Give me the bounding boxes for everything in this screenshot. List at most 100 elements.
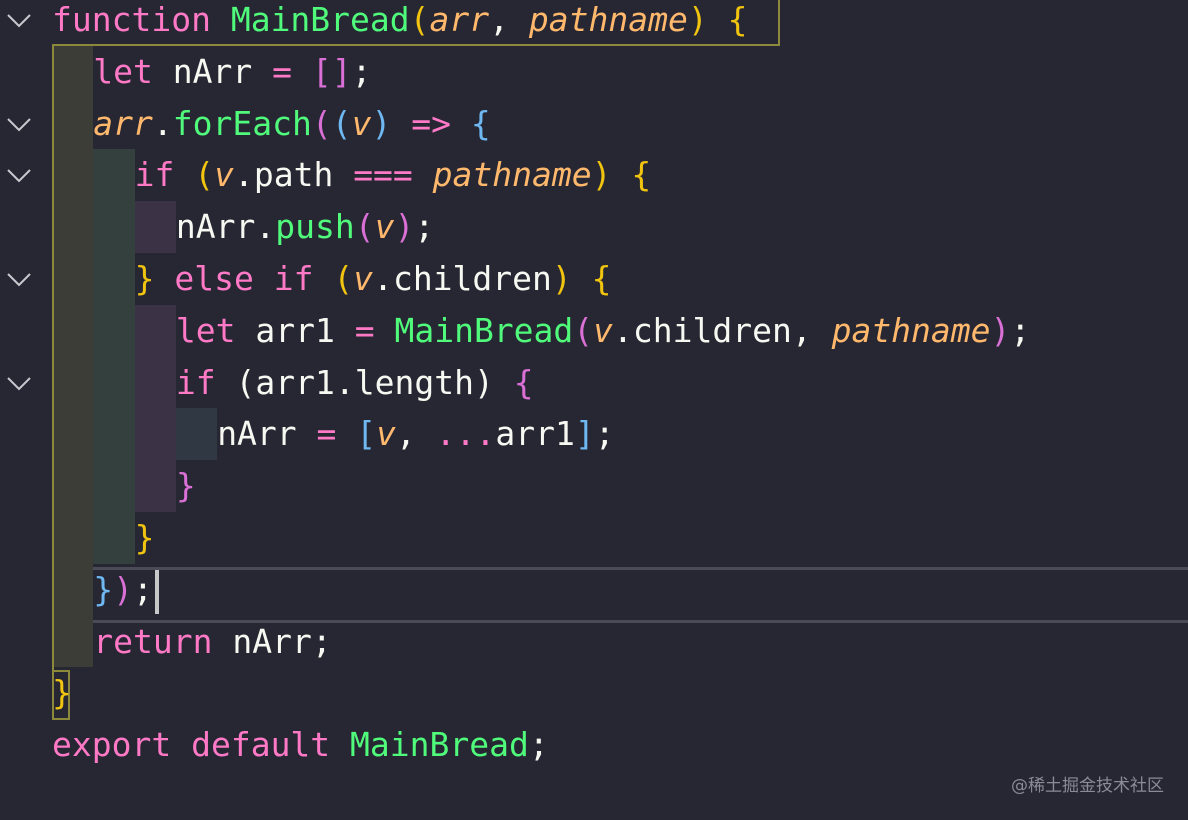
code-token: ; <box>414 207 435 247</box>
code-line[interactable]: if (arr1.length) { <box>176 357 534 409</box>
indent-guide <box>134 408 176 461</box>
code-token: .children, <box>613 310 832 350</box>
code-token: else <box>174 259 254 298</box>
code-token: { <box>513 362 534 402</box>
bracket-scope-outline <box>52 44 54 720</box>
code-token: let <box>93 51 153 91</box>
code-line[interactable]: return nArr; <box>93 616 331 668</box>
indent-guide <box>52 408 94 461</box>
code-token: ; <box>1010 310 1031 350</box>
code-token: MainBread <box>394 310 574 350</box>
code-token: nArr <box>152 51 273 91</box>
code-token: nArr <box>217 414 317 454</box>
code-token: [] <box>311 51 352 91</box>
code-token: ) <box>551 259 572 298</box>
code-token: = <box>272 51 292 91</box>
code-line[interactable]: nArr = [v, ...arr1]; <box>217 408 614 460</box>
fold-chevron-icon[interactable] <box>4 371 34 401</box>
code-token: if <box>273 259 314 298</box>
code-line[interactable]: } else if (v.children) { <box>135 253 612 305</box>
indent-guide <box>52 97 94 150</box>
code-token: pathname <box>528 0 688 39</box>
indent-guide <box>52 563 94 616</box>
code-token: { <box>591 259 612 298</box>
code-token: MainBread <box>230 0 410 39</box>
code-token: ( <box>331 103 352 143</box>
code-line[interactable]: if (v.path === pathname) { <box>135 149 652 201</box>
code-token: ; <box>351 51 372 91</box>
indent-guide <box>134 304 176 357</box>
code-token: function <box>52 0 211 39</box>
code-token: ) <box>990 310 1011 350</box>
code-line[interactable]: let nArr = []; <box>93 46 371 98</box>
code-token: { <box>631 155 652 195</box>
code-token: ( <box>573 310 594 350</box>
code-line[interactable]: } <box>135 512 155 564</box>
code-line[interactable]: } <box>176 460 196 512</box>
indent-guide <box>52 45 94 98</box>
code-token: arr <box>429 0 490 39</box>
indent-guide <box>93 408 135 461</box>
code-token: === <box>353 155 413 195</box>
watermark: @稀土掘金技术社区 <box>1011 776 1164 796</box>
code-editor[interactable]: function MainBread(arr, pathname) {let n… <box>0 0 1188 820</box>
code-token: } <box>134 518 155 557</box>
code-token: export <box>52 725 172 765</box>
code-line[interactable]: let arr1 = MainBread(v.children, pathnam… <box>176 305 1030 357</box>
code-token: pathname <box>432 155 592 195</box>
indent-guide <box>93 356 135 409</box>
code-token: ( <box>194 155 215 195</box>
code-token: arr1 <box>235 310 355 350</box>
code-token: ( <box>235 362 256 402</box>
code-token: = <box>354 310 375 350</box>
indent-guide <box>52 356 94 409</box>
code-token: let <box>175 310 236 350</box>
code-token: , <box>396 414 436 454</box>
code-token: ) <box>113 569 134 609</box>
code-token: } <box>52 673 72 713</box>
code-line[interactable]: export default MainBread; <box>52 719 549 771</box>
code-token: ) <box>473 362 494 402</box>
indent-guide <box>52 615 94 668</box>
code-line[interactable]: }); <box>93 564 153 616</box>
indent-guide <box>93 201 135 253</box>
code-line[interactable]: arr.forEach((v) => { <box>93 98 490 150</box>
fold-chevron-icon[interactable] <box>4 8 34 38</box>
code-token: ( <box>311 103 332 143</box>
indent-guide <box>134 460 176 512</box>
code-line[interactable]: } <box>52 667 72 719</box>
code-token: nArr. <box>175 207 276 247</box>
code-token: { <box>727 0 748 39</box>
indent-guide <box>52 512 94 564</box>
code-token: ; <box>528 725 549 765</box>
code-token: ( <box>333 259 354 298</box>
indent-guide <box>134 201 176 253</box>
code-token: ) <box>591 155 612 195</box>
fold-chevron-icon[interactable] <box>4 163 34 193</box>
code-token: ) <box>394 207 415 247</box>
code-token: if <box>175 362 216 402</box>
code-line[interactable]: nArr.push(v); <box>176 201 434 253</box>
code-token: ; <box>594 414 615 454</box>
code-line[interactable]: function MainBread(arr, pathname) { <box>52 0 747 46</box>
code-token: .children <box>373 259 552 298</box>
fold-chevron-icon[interactable] <box>4 112 34 142</box>
code-token: = <box>316 414 337 454</box>
text-cursor <box>155 569 159 614</box>
indent-guide <box>134 356 176 409</box>
code-token: .path <box>233 155 354 195</box>
fold-chevron-icon[interactable] <box>4 267 34 297</box>
code-token: ] <box>574 414 595 454</box>
indent-guide <box>52 460 94 512</box>
code-token: ) <box>371 103 392 143</box>
code-token: } <box>134 259 155 298</box>
